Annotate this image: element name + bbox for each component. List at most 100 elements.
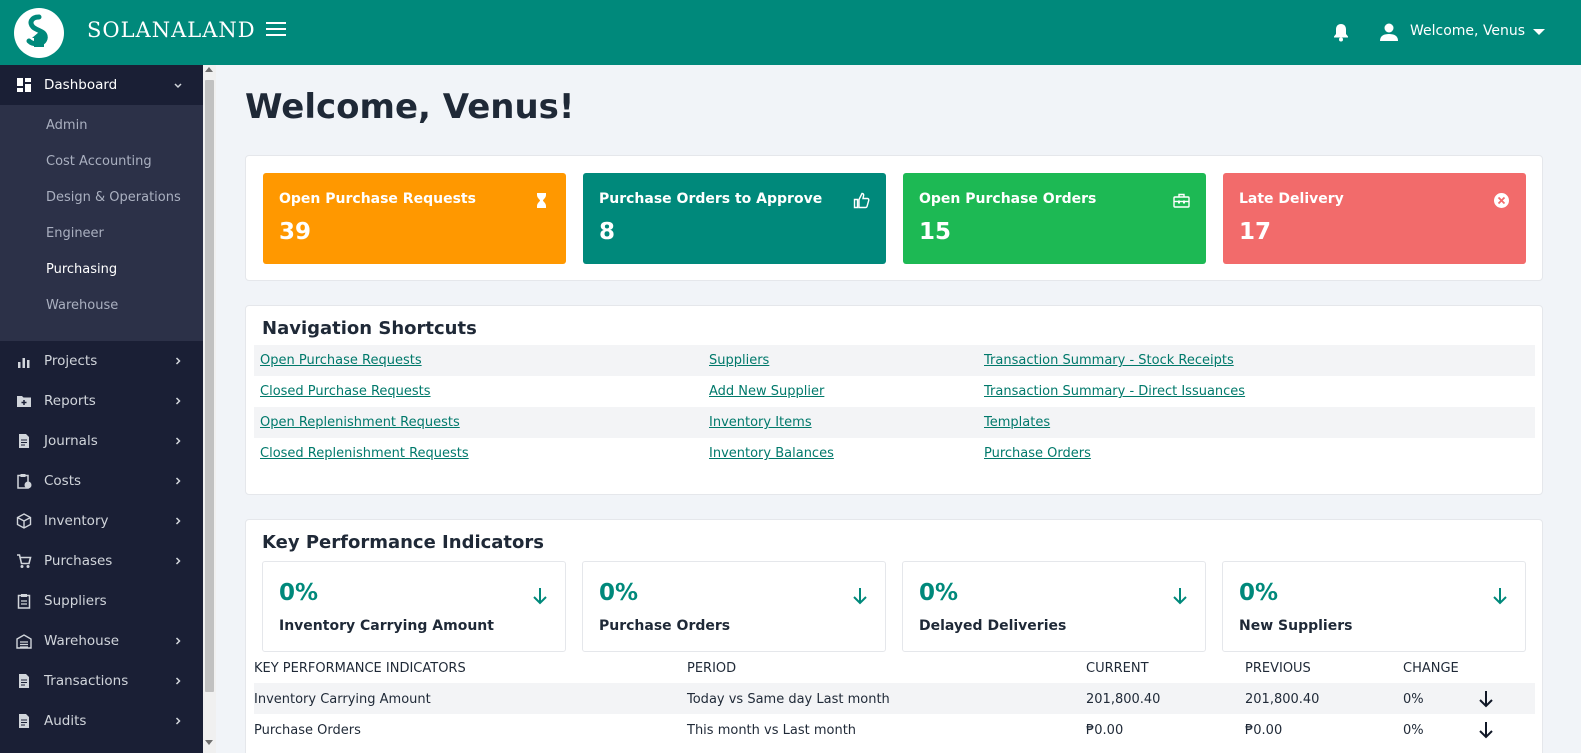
sidebar-item-costs[interactable]: Costs: [0, 461, 203, 501]
shortcut-row: Open Purchase Requests Suppliers Transacti…: [254, 345, 1535, 376]
brand-name: SOLANALAND: [87, 18, 256, 42]
sidebar-item-projects[interactable]: Projects: [0, 341, 203, 381]
folder-plus-icon: [17, 396, 31, 407]
table-cell: 0%: [1403, 692, 1424, 707]
page-title: Welcome, Venus!: [245, 87, 575, 127]
stat-title: Late Delivery: [1239, 191, 1344, 207]
sidebar: Dashboard Admin Cost Accounting Design &…: [0, 65, 203, 753]
kpi-panel: Key Performance Indicators 0% Inventory C…: [245, 519, 1543, 753]
table-header: KEY PERFORMANCE INDICATORS PERIOD CURREN…: [254, 652, 1535, 683]
kpi-name: Purchase Orders: [599, 618, 731, 634]
sidebar-scrollbar-thumb[interactable]: [205, 80, 214, 692]
shortcut-link-transaction-summary-stock-receipts[interactable]: Transaction Summary - Stock Receipts: [984, 353, 1234, 368]
stat-card-late-delivery[interactable]: Late Delivery 17: [1223, 173, 1526, 264]
shortcut-row: Closed Purchase Requests Add New Supplier…: [254, 376, 1535, 407]
sidebar-item-label: Journals: [44, 433, 98, 449]
bar-chart-icon: [18, 358, 30, 368]
sidebar-item-label: Costs: [44, 473, 82, 489]
sidebar-item-transactions[interactable]: Transactions: [0, 661, 203, 701]
sidebar-item-inventory[interactable]: Inventory: [0, 501, 203, 541]
arrow-down-icon: [853, 588, 867, 605]
sidebar-item-label: Purchases: [44, 553, 113, 569]
menu-toggle-icon[interactable]: [266, 22, 286, 42]
sidebar-item-reports[interactable]: Reports: [0, 381, 203, 421]
kpi-percent: 0%: [1239, 580, 1279, 606]
stat-card-purchase-orders-to-approve[interactable]: Purchase Orders to Approve 8: [583, 173, 886, 264]
shortcut-row: Closed Replenishment Requests Inventory B…: [254, 438, 1535, 469]
chevron-right-icon: [175, 477, 181, 485]
submenu-item-cost-accounting[interactable]: Cost Accounting: [0, 143, 203, 179]
sidebar-item-label: Transactions: [44, 673, 129, 689]
shortcut-link-closed-purchase-requests[interactable]: Closed Purchase Requests: [260, 384, 431, 399]
section-title: Navigation Shortcuts: [262, 318, 477, 339]
sidebar-item-label: Suppliers: [44, 593, 107, 609]
shortcut-link-templates[interactable]: Templates: [984, 415, 1050, 430]
user-avatar-icon[interactable]: [1378, 21, 1400, 43]
chevron-down-icon[interactable]: [1533, 29, 1545, 35]
sidebar-item-warehouse[interactable]: Warehouse: [0, 621, 203, 661]
submenu-item-engineer[interactable]: Engineer: [0, 215, 203, 251]
kpi-name: Delayed Deliveries: [919, 618, 1067, 634]
sidebar-item-purchases[interactable]: Purchases: [0, 541, 203, 581]
scroll-up-icon[interactable]: [205, 67, 213, 72]
cart-icon: [17, 554, 32, 568]
shortcut-link-inventory-items[interactable]: Inventory Items: [709, 415, 812, 430]
sidebar-item-maintenance[interactable]: Maintenance: [0, 741, 203, 753]
table-cell: Inventory Carrying Amount: [254, 692, 431, 707]
submenu-item-admin[interactable]: Admin: [0, 107, 203, 143]
submenu-item-warehouse[interactable]: Warehouse: [0, 287, 203, 323]
section-title: Key Performance Indicators: [262, 532, 544, 553]
chevron-right-icon: [175, 717, 181, 725]
scroll-down-icon[interactable]: [205, 740, 213, 745]
kpi-card-inventory-carrying-amount: 0% Inventory Carrying Amount: [262, 561, 566, 652]
table-cell: 201,800.40: [1245, 692, 1320, 707]
warehouse-icon: [16, 634, 32, 649]
notification-bell-icon[interactable]: [1331, 22, 1351, 42]
dashboard-submenu: Admin Cost Accounting Design & Operation…: [0, 105, 203, 341]
arrow-down-icon: [1479, 691, 1493, 708]
chevron-right-icon: [175, 637, 181, 645]
top-bar: SOLANALAND Welcome, Venus: [0, 0, 1581, 65]
shortcut-link-suppliers[interactable]: Suppliers: [709, 353, 769, 368]
table-cell: 201,800.40: [1086, 692, 1161, 707]
sidebar-item-suppliers[interactable]: Suppliers: [0, 581, 203, 621]
sidebar-item-audits[interactable]: Audits: [0, 701, 203, 741]
thumbs-up-icon: [853, 192, 870, 209]
arrow-down-icon: [533, 588, 547, 605]
shortcut-link-purchase-orders[interactable]: Purchase Orders: [984, 446, 1091, 461]
kpi-name: New Suppliers: [1239, 618, 1353, 634]
stat-card-open-purchase-requests[interactable]: Open Purchase Requests 39: [263, 173, 566, 264]
user-welcome-menu[interactable]: Welcome, Venus: [1410, 23, 1525, 39]
submenu-item-design-operations[interactable]: Design & Operations: [0, 179, 203, 215]
table-cell: ₱0.00: [1086, 723, 1124, 738]
logo[interactable]: [14, 8, 64, 58]
sidebar-item-label: Dashboard: [44, 77, 118, 93]
document-icon: [19, 674, 29, 688]
column-header: KEY PERFORMANCE INDICATORS: [254, 661, 466, 676]
chevron-right-icon: [175, 557, 181, 565]
shortcut-link-open-purchase-requests[interactable]: Open Purchase Requests: [260, 353, 422, 368]
arrow-down-icon: [1173, 588, 1187, 605]
main-content: Welcome, Venus! Open Purchase Requests 3…: [216, 65, 1581, 753]
column-header: PREVIOUS: [1245, 661, 1311, 676]
table-cell: This month vs Last month: [687, 723, 857, 738]
stat-title: Open Purchase Requests: [279, 191, 476, 207]
shortcut-link-inventory-balances[interactable]: Inventory Balances: [709, 446, 834, 461]
document-icon: [19, 714, 29, 728]
submenu-item-purchasing[interactable]: Purchasing: [0, 251, 203, 287]
chevron-right-icon: [175, 397, 181, 405]
stat-title: Open Purchase Orders: [919, 191, 1097, 207]
column-header: CURRENT: [1086, 661, 1149, 676]
navigation-shortcuts-panel: Navigation Shortcuts Open Purchase Reque…: [245, 305, 1543, 495]
stat-value: 17: [1239, 219, 1272, 245]
sidebar-item-journals[interactable]: Journals: [0, 421, 203, 461]
shortcut-link-open-replenishment-requests[interactable]: Open Replenishment Requests: [260, 415, 460, 430]
shortcut-link-transaction-summary-direct-issuances[interactable]: Transaction Summary - Direct Issuances: [984, 384, 1245, 399]
sidebar-item-dashboard[interactable]: Dashboard: [0, 65, 203, 105]
shortcut-link-closed-replenishment-requests[interactable]: Closed Replenishment Requests: [260, 446, 469, 461]
chevron-right-icon: [175, 677, 181, 685]
stat-card-open-purchase-orders[interactable]: Open Purchase Orders 15: [903, 173, 1206, 264]
kpi-name: Inventory Carrying Amount: [279, 618, 494, 634]
shortcut-link-add-new-supplier[interactable]: Add New Supplier: [709, 384, 824, 399]
kpi-card-purchase-orders: 0% Purchase Orders: [582, 561, 886, 652]
